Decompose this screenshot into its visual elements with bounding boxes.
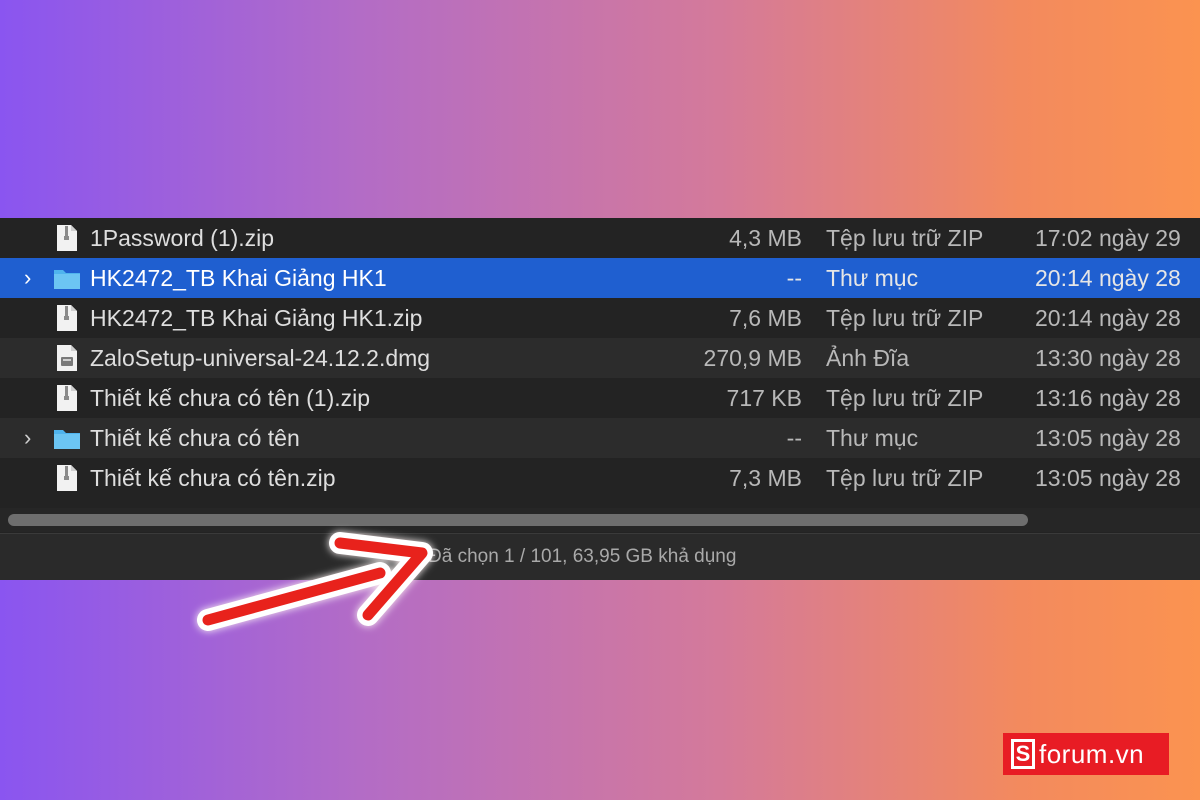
zip-file-icon [52,463,82,493]
file-size: 7,3 MB [729,464,802,491]
file-kind: Tệp lưu trữ ZIP [826,304,984,331]
file-date: 17:02 ngày 29 [1035,224,1181,251]
logo-text: forum.vn [1039,738,1145,769]
file-size: 4,3 MB [729,224,802,251]
file-size: 270,9 MB [703,344,802,371]
zip-file-icon [52,223,82,253]
logo-mark: S [1011,739,1035,769]
file-list: 1Password (1).zip 4,3 MB Tệp lưu trữ ZIP… [0,218,1200,508]
disk-image-icon [52,343,82,373]
file-size: 7,6 MB [729,304,802,331]
zip-file-icon [52,383,82,413]
folder-icon [52,423,82,453]
disclosure-chevron-icon[interactable]: › [0,265,52,291]
file-date: 13:05 ngày 28 [1035,424,1181,451]
horizontal-scrollbar[interactable] [0,508,1200,532]
annotation-arrow-icon [197,532,433,631]
file-kind: Thư mục [826,424,919,451]
file-row[interactable]: HK2472_TB Khai Giảng HK1.zip 7,6 MB Tệp … [0,298,1200,338]
file-date: 13:30 ngày 28 [1035,344,1181,371]
status-bar: Đã chọn 1 / 101, 63,95 GB khả dụng [0,534,1200,580]
scrollbar-thumb[interactable] [8,514,1028,526]
finder-window: 1Password (1).zip 4,3 MB Tệp lưu trữ ZIP… [0,218,1200,580]
file-row[interactable]: ZaloSetup-universal-24.12.2.dmg 270,9 MB… [0,338,1200,378]
file-kind: Thư mục [826,264,919,291]
file-size: -- [786,424,802,451]
file-kind: Ảnh Đĩa [826,344,910,371]
file-row[interactable]: Thiết kế chưa có tên (1).zip 717 KB Tệp … [0,378,1200,418]
file-size: 717 KB [726,384,802,411]
file-row[interactable]: › Thiết kế chưa có tên -- Thư mục 13:05 … [0,418,1200,458]
file-date: 13:05 ngày 28 [1035,464,1181,491]
file-row-selected[interactable]: › HK2472_TB Khai Giảng HK1 -- Thư mục 20… [0,258,1200,298]
file-date: 20:14 ngày 28 [1035,304,1181,331]
disclosure-chevron-icon[interactable]: › [0,425,52,451]
status-text: Đã chọn 1 / 101, 63,95 GB khả dụng [428,546,737,567]
sforum-logo: S forum.vn [1003,733,1169,775]
file-kind: Tệp lưu trữ ZIP [826,224,984,251]
zip-file-icon [52,303,82,333]
file-kind: Tệp lưu trữ ZIP [826,384,984,411]
file-row[interactable]: Thiết kế chưa có tên.zip 7,3 MB Tệp lưu … [0,458,1200,498]
file-date: 13:16 ngày 28 [1035,384,1181,411]
file-size: -- [786,264,802,291]
folder-icon [52,263,82,293]
file-row[interactable]: 1Password (1).zip 4,3 MB Tệp lưu trữ ZIP… [0,218,1200,258]
file-date: 20:14 ngày 28 [1035,264,1181,291]
file-kind: Tệp lưu trữ ZIP [826,464,984,491]
